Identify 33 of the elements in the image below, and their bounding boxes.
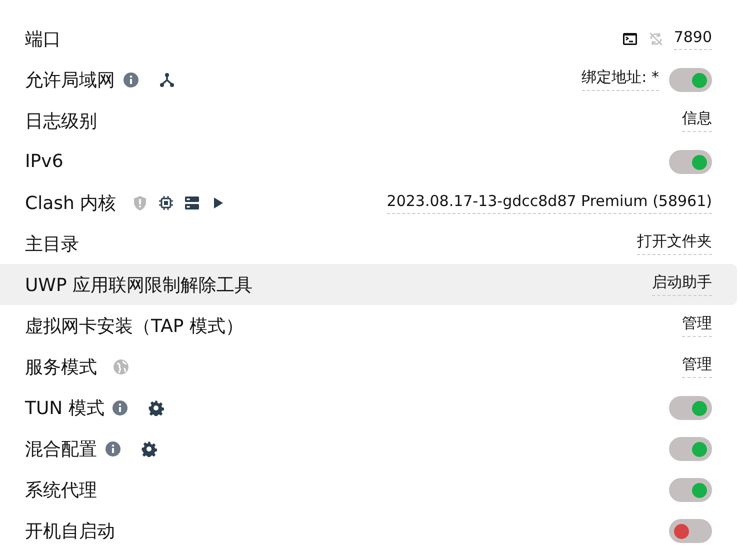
setting-label: IPv6 <box>25 151 64 172</box>
setting-label: 混合配置 <box>25 438 97 460</box>
network-icon[interactable] <box>159 72 175 88</box>
setting-label: 开机自启动 <box>25 520 115 542</box>
toggle-switch[interactable] <box>669 518 712 542</box>
value-link[interactable]: 信息 <box>682 109 712 132</box>
setting-label: 端口 <box>25 28 61 50</box>
value-link[interactable]: 启动助手 <box>652 273 712 296</box>
setting-label: UWP 应用联网限制解除工具 <box>25 274 253 296</box>
value-link[interactable]: 7890 <box>674 28 712 50</box>
setting-label: 虚拟网卡安装（TAP 模式） <box>25 314 244 338</box>
setting-label: Clash 内核 <box>25 192 116 214</box>
terminal-icon[interactable] <box>622 30 638 46</box>
toggle-switch[interactable] <box>669 68 712 92</box>
setting-label: 允许局域网 <box>25 68 115 92</box>
value-link[interactable]: 管理 <box>682 314 712 337</box>
setting-label: 主目录 <box>25 232 79 256</box>
setting-label: TUN 模式 <box>25 396 104 420</box>
value-link[interactable]: 打开文件夹 <box>637 232 712 255</box>
setting-label: 日志级别 <box>25 110 97 132</box>
chip-icon[interactable] <box>158 194 174 210</box>
value-link[interactable]: 绑定地址: * <box>582 68 659 91</box>
server-icon[interactable] <box>184 194 200 210</box>
toggle-switch[interactable] <box>669 396 712 420</box>
settings-icon[interactable] <box>148 400 164 416</box>
toggle-switch[interactable] <box>669 436 712 460</box>
value-link[interactable]: 2023.08.17-13-gdcc8d87 Premium (58961) <box>386 192 712 214</box>
setting-label: 服务模式 <box>25 356 97 378</box>
settings-icon[interactable] <box>141 440 157 456</box>
setting-label: 系统代理 <box>25 478 97 502</box>
toggle-switch[interactable] <box>669 150 712 174</box>
toggle-switch[interactable] <box>669 478 712 502</box>
value-link[interactable]: 管理 <box>682 355 712 378</box>
